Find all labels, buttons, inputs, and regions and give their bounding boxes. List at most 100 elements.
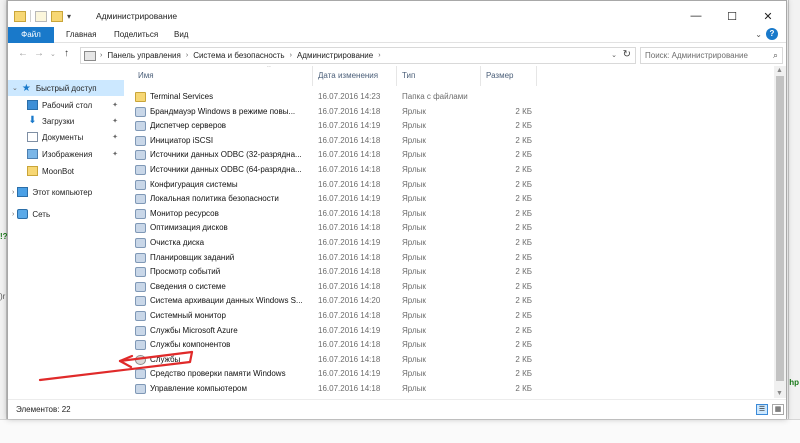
tab-home[interactable]: Главная [58,27,104,43]
tab-view[interactable]: Вид [166,27,196,43]
table-row[interactable]: Система архивации данных Windows S... 16.… [132,294,532,309]
back-arrow-icon[interactable]: ← [18,48,28,59]
file-type: Ярлык [402,252,426,262]
properties-icon[interactable] [35,10,47,22]
tab-share[interactable]: Поделиться [106,27,166,43]
tab-file[interactable]: Файл [8,27,54,43]
table-row[interactable]: 16.07.2016 14:18Ярлык2 КБ [132,397,532,398]
breadcrumb-separator-icon[interactable]: › [290,52,292,59]
table-row[interactable]: Инициатор iSCSI 16.07.2016 14:18 Ярлык 2 КБ [132,134,532,149]
file-list: ⌃ Имя Дата изменения Тип Размер Terminal… [126,66,774,398]
file-date: 16.07.2016 14:18 [318,267,381,277]
table-row[interactable]: Диспетчер серверов 16.07.2016 14:19 Ярлык 2… [132,119,532,134]
column-header-date[interactable]: Дата изменения [318,66,378,86]
table-row[interactable]: Службы Microsoft Azure 16.07.2016 14:19 Яр… [132,324,532,339]
address-bar[interactable]: › Панель управления › Система и безопасн… [80,47,636,64]
column-header-type[interactable]: Тип [402,66,415,86]
table-row[interactable]: Сведения о системе 16.07.2016 14:18 Ярлык 2… [132,280,532,295]
file-name: Инициатор iSCSI [150,135,214,145]
sidebar-item-pictures[interactable]: Изображения ✦ [8,146,124,162]
new-folder-icon[interactable] [51,10,63,22]
shortcut-icon [135,325,146,336]
breadcrumb-control-panel[interactable]: Панель управления [107,51,181,60]
breadcrumb-separator-icon[interactable]: › [378,52,380,59]
table-row[interactable]: Управление компьютером 16.07.2016 14:18 Яр… [132,382,532,397]
up-arrow-icon[interactable]: ↑ [64,48,69,59]
shortcut-icon [135,106,146,117]
sidebar-item-label: Рабочий стол [42,100,93,110]
column-divider[interactable] [480,66,481,86]
sidebar-item-this-pc[interactable]: › Этот компьютер [8,184,124,200]
expand-ribbon-icon[interactable]: ⌄ [755,30,762,39]
forward-arrow-icon[interactable]: → [34,48,44,59]
table-row[interactable]: Планировщик заданий 16.07.2016 14:18 Ярлык… [132,251,532,266]
collapse-chevron-icon[interactable]: ⌄ [12,84,18,92]
sidebar-item-desktop[interactable]: Рабочий стол ✦ [8,97,124,113]
column-divider[interactable] [536,66,537,86]
shortcut-icon [135,150,146,161]
breadcrumb-separator-icon[interactable]: › [186,52,188,59]
file-date: 16.07.2016 14:18 [318,135,381,145]
table-row[interactable]: Источники данных ODBC (64-разрядна... 16.… [132,163,532,178]
customize-toolbar-dropdown-icon[interactable]: ▾ [67,12,71,21]
shortcut-icon [135,238,146,248]
table-row[interactable]: Локальная политика безопасности 16.07.201… [132,192,532,207]
search-icon[interactable]: ⌕ [773,50,778,61]
sidebar-item-moonbot[interactable]: MoonBot [8,163,124,179]
details-view-icon[interactable]: ☰ [756,404,768,415]
table-row[interactable]: Terminal Services 16.07.2016 14:23 Папка с… [132,90,532,105]
scrollbar-thumb[interactable] [776,76,784,381]
star-icon: ★ [21,82,31,94]
file-size: 2 КБ [515,194,532,204]
file-name: Источники данных ODBC (32-разрядна... [150,150,302,160]
breadcrumb-separator-icon[interactable]: › [100,52,102,59]
address-dropdown-icon[interactable]: ⌄ [611,51,617,59]
column-header-size[interactable]: Размер [486,66,514,86]
breadcrumb-system-security[interactable]: Система и безопасность [193,51,284,60]
scroll-down-icon[interactable]: ▼ [776,390,783,397]
sidebar-item-label: Быстрый доступ [35,83,97,93]
vertical-scrollbar[interactable]: ▲ ▼ [774,66,786,398]
file-date: 16.07.2016 14:18 [318,165,381,174]
sidebar-item-network[interactable]: › Сеть [8,206,124,222]
large-icons-view-icon[interactable]: ▦ [772,404,784,415]
table-row[interactable]: Монитор ресурсов 16.07.2016 14:18 Ярлык 2 К… [132,207,532,222]
column-header-name[interactable]: Имя [138,66,154,86]
help-icon[interactable]: ? [766,28,778,40]
control-panel-icon [84,50,96,61]
file-size: 2 КБ [515,223,532,233]
search-placeholder: Поиск: Администрирование [645,51,748,60]
file-name: Средство проверки памяти Windows [150,369,286,379]
table-row[interactable]: Брандмауэр Windows в режиме повы... 16.07… [132,105,532,120]
recent-locations-dropdown-icon[interactable]: ⌄ [50,50,56,58]
breadcrumb-administration[interactable]: Администрирование [297,51,373,60]
expand-chevron-icon[interactable]: › [12,211,14,218]
sidebar-item-downloads[interactable]: ⬇ Загрузки ✦ [8,113,124,129]
file-type: Ярлык [402,325,426,335]
table-row[interactable]: Средство проверки памяти Windows 16.07.20… [132,367,532,382]
table-row[interactable]: Службы компонентов 16.07.2016 14:18 Ярлык 2… [132,338,532,353]
pin-icon: ✦ [112,102,118,109]
table-row[interactable]: Службы 16.07.2016 14:18 Ярлык 2 КБ [132,353,532,368]
column-divider[interactable] [312,66,313,86]
file-name: Система архивации данных Windows S... [150,296,303,306]
refresh-icon[interactable]: ↻ [623,49,631,60]
table-row[interactable]: Просмотр событий 16.07.2016 14:18 Ярлык 2 К… [132,265,532,280]
file-date: 16.07.2016 14:19 [318,121,381,131]
sidebar-item-quick-access[interactable]: ⌄ ★ Быстрый доступ [8,80,124,96]
table-row[interactable]: Очистка диска 16.07.2016 14:19 Ярлык 2 КБ [132,236,532,251]
table-row[interactable]: Источники данных ODBC (32-разрядна... 16.… [132,148,532,163]
file-size: 2 КБ [515,121,532,131]
column-divider[interactable] [396,66,397,86]
table-row[interactable]: Оптимизация дисков 16.07.2016 14:18 Ярлык 2… [132,221,532,236]
scroll-up-icon[interactable]: ▲ [776,67,783,74]
file-size: 2 КБ [515,267,532,277]
file-date: 16.07.2016 14:18 [318,223,381,233]
shortcut-icon [135,384,146,394]
table-row[interactable]: Системный монитор 16.07.2016 14:18 Ярлык 2 … [132,309,532,324]
expand-chevron-icon[interactable]: › [12,189,14,196]
search-input[interactable]: Поиск: Администрирование ⌕ [640,47,783,64]
item-count: Элементов: 22 [16,405,71,414]
sidebar-item-documents[interactable]: Документы ✦ [8,129,124,145]
table-row[interactable]: Конфигурация системы 16.07.2016 14:18 Ярлы… [132,178,532,193]
